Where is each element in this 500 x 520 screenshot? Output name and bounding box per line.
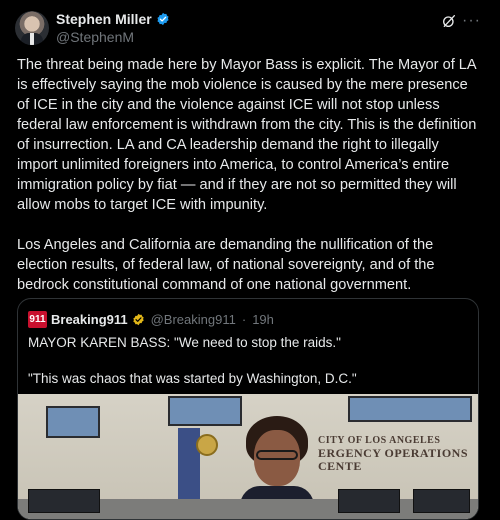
quoted-post[interactable]: 911 Breaking911 @Breaking911 · 19h MAYOR…	[17, 298, 479, 520]
media-sign-line2: ERGENCY OPERATIONS CENTE	[318, 446, 469, 473]
quoted-author-name[interactable]: Breaking911	[51, 312, 128, 327]
media-city-seal	[196, 434, 218, 456]
quoted-post-text: MAYOR KAREN BASS: "We need to stop the r…	[28, 335, 357, 386]
quoted-author-handle[interactable]: @Breaking911	[151, 312, 236, 327]
more-options-icon[interactable]: ···	[462, 12, 481, 30]
media-sign: CITY OF LOS ANGELES ERGENCY OPERATIONS C…	[318, 434, 478, 474]
speaker-glasses	[256, 450, 298, 460]
avatar-shirt	[30, 33, 34, 45]
media-monitor	[413, 489, 470, 513]
author-avatar[interactable]	[15, 11, 49, 45]
media-wall-screen	[46, 406, 100, 438]
quoted-post-header: 911 Breaking911 @Breaking911 · 19h	[28, 311, 274, 328]
breaking911-logo: 911	[28, 311, 47, 328]
media-wall-screen	[348, 396, 472, 422]
media-wall-screen	[168, 396, 242, 426]
quoted-timestamp[interactable]: 19h	[252, 312, 274, 327]
author-name-row: Stephen Miller	[56, 11, 170, 27]
media-monitor	[28, 489, 100, 513]
verified-gold-badge-icon	[132, 313, 144, 326]
post: Stephen Miller @StephenM ··· The threat …	[0, 0, 500, 520]
media-monitor	[338, 489, 400, 513]
quoted-separator: ·	[241, 312, 247, 327]
author-name[interactable]: Stephen Miller	[56, 11, 152, 27]
verified-badge-icon	[157, 12, 169, 26]
author-handle[interactable]: @StephenM	[56, 29, 134, 45]
grok-icon[interactable]	[441, 13, 457, 29]
post-body-text: The threat being made here by Mayor Bass…	[17, 57, 477, 293]
quoted-video-thumbnail[interactable]: CITY OF LOS ANGELES ERGENCY OPERATIONS C…	[18, 394, 478, 519]
